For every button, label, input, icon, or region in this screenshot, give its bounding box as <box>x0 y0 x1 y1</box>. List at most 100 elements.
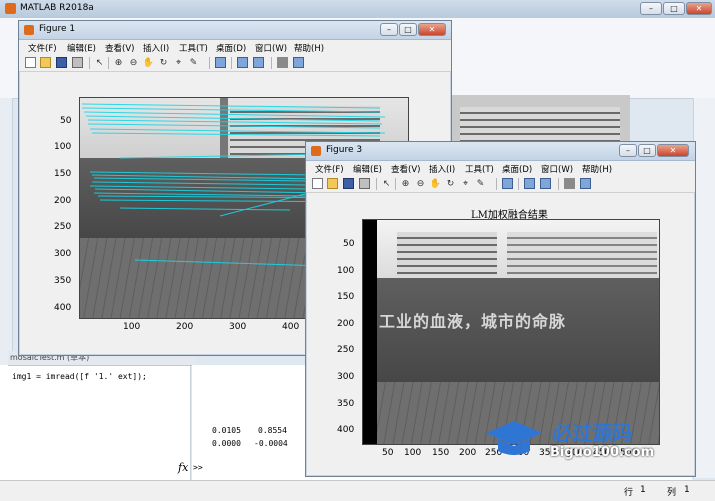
matlab-logo-icon <box>5 3 16 14</box>
graduation-cap-icon <box>486 421 542 455</box>
y-tick: 350 <box>54 276 72 286</box>
cmd-value: 0.0000 <box>212 439 241 448</box>
open-folder-icon[interactable] <box>40 57 51 68</box>
y-tick: 350 <box>337 399 355 409</box>
menu-tools[interactable]: 工具(T) <box>465 163 494 175</box>
save-icon[interactable] <box>56 57 67 68</box>
figure1-title: Figure 1 <box>39 24 76 34</box>
x-tick: 50 <box>382 448 394 458</box>
menu-insert[interactable]: 插入(I) <box>429 163 455 175</box>
menu-edit[interactable]: 编辑(E) <box>67 42 96 54</box>
figure3-toolbar: ↖ ⊕ ⊖ ✋ ↻ ⌖ ✎ <box>306 175 695 193</box>
x-tick: 200 <box>176 322 194 332</box>
y-tick: 250 <box>337 345 355 355</box>
menu-view[interactable]: 查看(V) <box>105 42 134 54</box>
figure3-titlebar: Figure 3 – □ ✕ <box>306 142 695 161</box>
figure3-title: Figure 3 <box>326 145 363 155</box>
figure3-maximize-button[interactable]: □ <box>638 144 656 157</box>
pan-icon[interactable]: ✋ <box>430 178 441 189</box>
figure1-toolbar: ↖ ⊕ ⊖ ✋ ↻ ⌖ ✎ <box>19 54 451 72</box>
zoom-in-icon[interactable]: ⊕ <box>400 178 411 189</box>
y-tick: 150 <box>337 292 355 302</box>
figure1-maximize-button[interactable]: □ <box>399 23 417 36</box>
y-tick: 200 <box>337 319 355 329</box>
zoom-out-icon[interactable]: ⊖ <box>415 178 426 189</box>
menu-edit[interactable]: 编辑(E) <box>353 163 382 175</box>
data-cursor-icon[interactable]: ⌖ <box>460 178 471 189</box>
status-col-value: 1 <box>684 485 690 495</box>
x-tick: 300 <box>229 322 247 332</box>
figure1-menubar: 文件(F) 编辑(E) 查看(V) 插入(I) 工具(T) 桌面(D) 窗口(W… <box>19 40 451 54</box>
dock-icon[interactable] <box>580 178 591 189</box>
dock-icon[interactable] <box>293 57 304 68</box>
minimize-button[interactable]: – <box>640 2 662 15</box>
y-tick: 300 <box>54 249 72 259</box>
new-file-icon[interactable] <box>312 178 323 189</box>
y-tick: 200 <box>54 196 72 206</box>
editor-panel <box>0 365 191 480</box>
figure-icon <box>24 25 34 35</box>
menu-tools[interactable]: 工具(T) <box>179 42 208 54</box>
figure1-minimize-button[interactable]: – <box>380 23 398 36</box>
menu-view[interactable]: 查看(V) <box>391 163 420 175</box>
maximize-button[interactable]: □ <box>663 2 685 15</box>
open-folder-icon[interactable] <box>327 178 338 189</box>
zoom-in-icon[interactable]: ⊕ <box>113 57 124 68</box>
legend-icon[interactable] <box>253 57 264 68</box>
link-icon[interactable] <box>502 178 513 189</box>
watermark-url: Biguo100.com <box>550 445 655 460</box>
right-panel-strip <box>693 98 715 478</box>
menu-help[interactable]: 帮助(H) <box>294 42 324 54</box>
data-cursor-icon[interactable]: ⌖ <box>173 57 184 68</box>
menu-file[interactable]: 文件(F) <box>28 42 57 54</box>
watermark-text: 必过源码 <box>552 421 632 445</box>
link-icon[interactable] <box>215 57 226 68</box>
menu-help[interactable]: 帮助(H) <box>582 163 612 175</box>
figure3-close-button[interactable]: ✕ <box>657 144 689 157</box>
figure3-menubar: 文件(F) 编辑(E) 查看(V) 插入(I) 工具(T) 桌面(D) 窗口(W… <box>306 161 695 175</box>
menu-insert[interactable]: 插入(I) <box>143 42 169 54</box>
matlab-title: MATLAB R2018a <box>20 3 94 13</box>
editor-code-line[interactable]: img1 = imread([f '1.' ext]); <box>12 372 147 381</box>
menu-file[interactable]: 文件(F) <box>315 163 344 175</box>
hide-tools-icon[interactable] <box>277 57 288 68</box>
cmd-value: 0.0105 <box>212 426 241 435</box>
menu-desktop[interactable]: 桌面(D) <box>502 163 532 175</box>
figure1-close-button[interactable]: ✕ <box>418 23 446 36</box>
colorbar-icon[interactable] <box>237 57 248 68</box>
fused-result-image: 工业的血液，城市的命脉 <box>362 219 660 445</box>
brush-icon[interactable]: ✎ <box>475 178 486 189</box>
legend-icon[interactable] <box>540 178 551 189</box>
x-tick: 100 <box>123 322 141 332</box>
status-col-label: 列 <box>667 488 677 498</box>
brush-icon[interactable]: ✎ <box>188 57 199 68</box>
menu-window[interactable]: 窗口(W) <box>255 42 287 54</box>
print-icon[interactable] <box>359 178 370 189</box>
hide-tools-icon[interactable] <box>564 178 575 189</box>
pan-icon[interactable]: ✋ <box>143 57 154 68</box>
save-icon[interactable] <box>343 178 354 189</box>
cmd-value: 0.8554 <box>258 426 287 435</box>
pointer-icon[interactable]: ↖ <box>381 178 392 189</box>
figure-icon <box>311 146 321 156</box>
y-tick: 50 <box>343 239 355 249</box>
y-tick: 50 <box>60 116 72 126</box>
colorbar-icon[interactable] <box>524 178 535 189</box>
menu-window[interactable]: 窗口(W) <box>541 163 573 175</box>
x-tick: 100 <box>404 448 422 458</box>
menu-desktop[interactable]: 桌面(D) <box>216 42 246 54</box>
new-file-icon[interactable] <box>25 57 36 68</box>
command-prompt[interactable]: >> <box>193 463 203 472</box>
y-tick: 100 <box>337 266 355 276</box>
cmd-value: -0.0004 <box>254 439 288 448</box>
rotate-icon[interactable]: ↻ <box>158 57 169 68</box>
figure3-minimize-button[interactable]: – <box>619 144 637 157</box>
watermark-logo: 必过源码 Biguo100.com <box>484 415 684 467</box>
close-button[interactable]: ✕ <box>686 2 712 15</box>
banner-slogan: 工业的血液，城市的命脉 <box>379 312 567 331</box>
pointer-icon[interactable]: ↖ <box>94 57 105 68</box>
print-icon[interactable] <box>72 57 83 68</box>
rotate-icon[interactable]: ↻ <box>445 178 456 189</box>
y-tick: 400 <box>337 425 355 435</box>
zoom-out-icon[interactable]: ⊖ <box>128 57 139 68</box>
